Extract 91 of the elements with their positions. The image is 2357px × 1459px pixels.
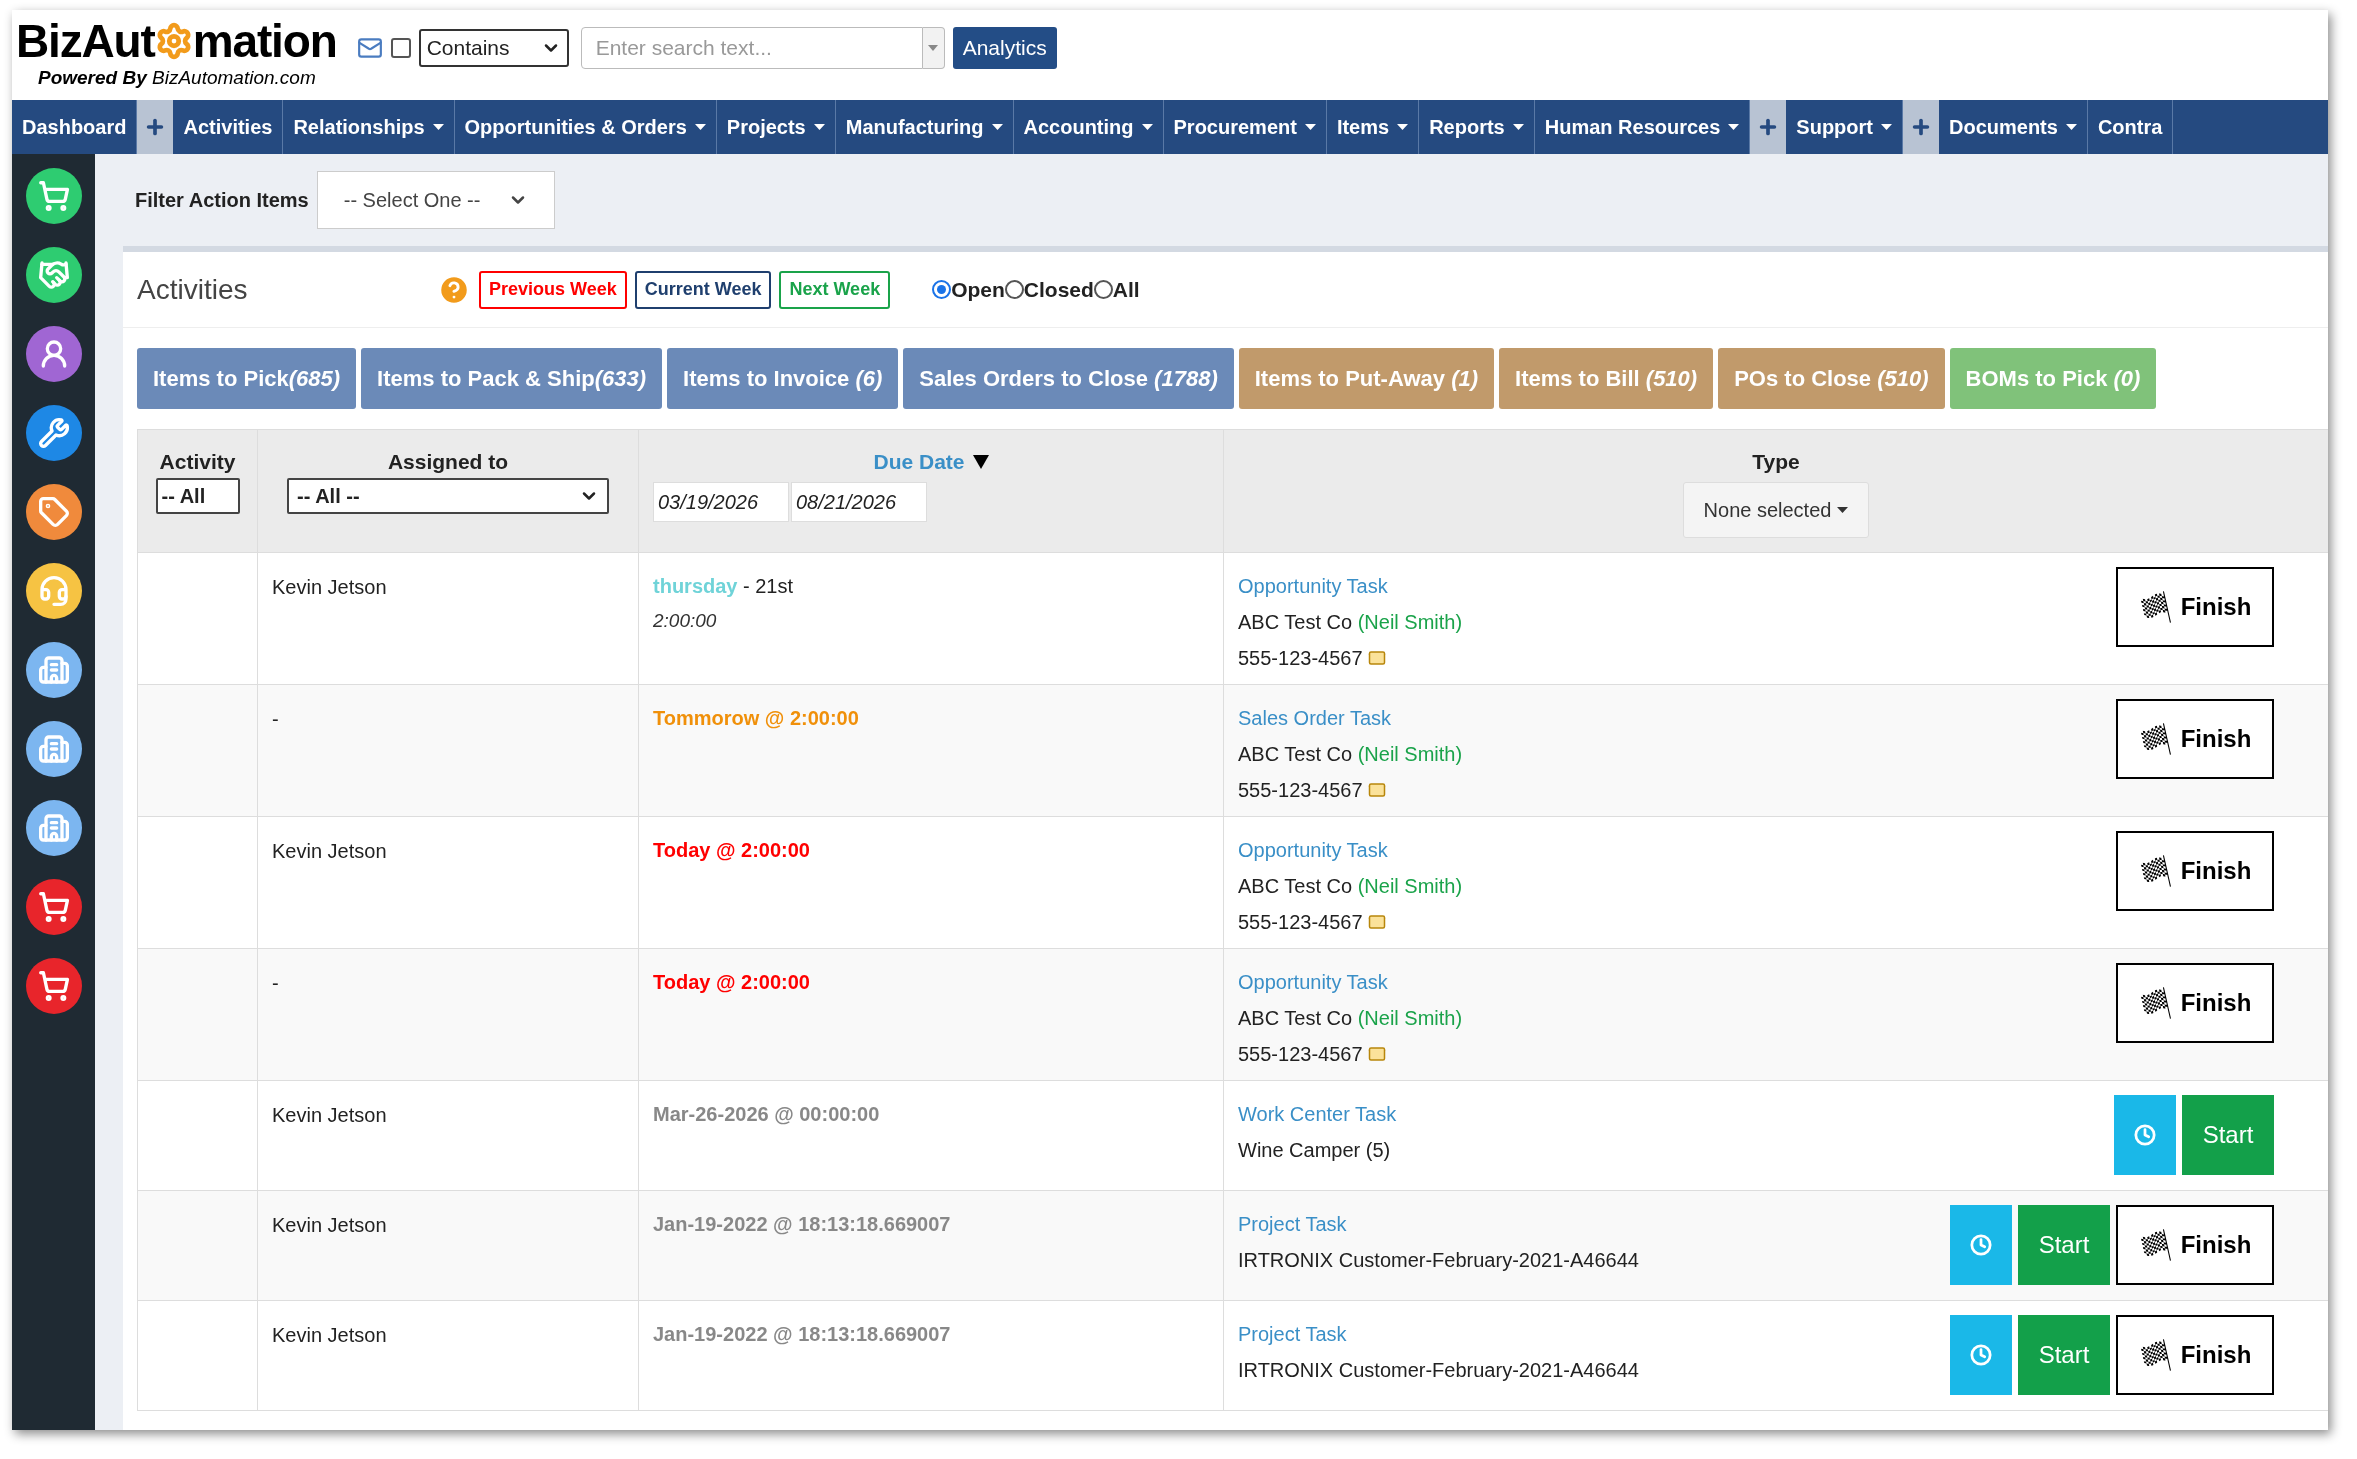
dropdown-toggle[interactable] <box>922 27 945 69</box>
logo: BizAut mation <box>16 17 337 64</box>
finish-button[interactable]: Finish <box>2116 1315 2274 1395</box>
section-title: Activities <box>137 272 249 307</box>
due-date: Tommorow @ 2:00:00 <box>653 706 860 731</box>
assignee: - <box>272 972 279 994</box>
date-field[interactable]: 08/21/2026 <box>791 481 927 522</box>
checkered-flag-icon <box>2138 722 2173 756</box>
column-header: Type <box>1752 449 1800 475</box>
assignee: Kevin Jetson <box>272 840 387 862</box>
add-button[interactable] <box>137 100 174 154</box>
phone-number: 555-123-4567 <box>1238 910 1363 935</box>
match-select[interactable]: Contains <box>418 29 569 67</box>
week-button[interactable]: Previous Week <box>479 270 627 309</box>
assignee: - <box>272 708 279 730</box>
caret-icon <box>1141 124 1153 130</box>
due-time: 2:00:00 <box>653 609 718 633</box>
due-date: Jan-19-2022 @ 18:13:18.669007 <box>653 1322 952 1347</box>
checkbox[interactable] <box>390 38 411 58</box>
finish-button[interactable]: Finish <box>2116 699 2274 779</box>
caret-icon <box>432 124 444 130</box>
sort-desc-icon <box>972 454 989 469</box>
date-field[interactable]: 03/19/2026 <box>653 481 789 522</box>
checkered-flag-icon <box>2138 986 2173 1020</box>
checkered-flag-icon <box>2138 854 2173 888</box>
activity-select[interactable]: -- All <box>155 477 240 514</box>
caret-icon <box>1837 506 1849 513</box>
type-select[interactable]: None selected <box>1682 481 1870 538</box>
task-link[interactable]: Project Task <box>1238 1319 1347 1349</box>
due-date: Jan-19-2022 @ 18:13:18.669007 <box>653 1212 952 1237</box>
analytics-button[interactable]: Analytics <box>952 27 1057 69</box>
caret-icon <box>991 124 1003 130</box>
company-name: ABC Test Co (Neil Smith) <box>1238 610 1463 635</box>
phone-number: 555-123-4567 <box>1238 778 1363 803</box>
column-header: Assigned to <box>387 449 509 475</box>
due-date: thursday - 21st <box>653 574 795 599</box>
caret-icon <box>928 45 939 51</box>
caret-icon <box>1728 124 1740 130</box>
company-name: ABC Test Co (Neil Smith) <box>1238 874 1463 899</box>
phone-number: 555-123-4567 <box>1238 646 1363 671</box>
clock-icon <box>1970 1344 1992 1366</box>
plus-icon <box>1910 116 1932 138</box>
caret-icon <box>813 124 825 130</box>
assignee: Kevin Jetson <box>272 576 387 598</box>
queue-button[interactable]: Sales Orders to Close (1788) <box>903 348 1234 409</box>
clock-icon <box>2134 1124 2156 1146</box>
column-header: Activity <box>159 449 236 475</box>
status-radio[interactable]: All <box>1093 273 1140 306</box>
phone-number: 555-123-4567 <box>1238 1042 1363 1067</box>
week-button[interactable]: Current Week <box>634 270 772 309</box>
company-name: IRTRONIX Customer-February-2021-A46644 <box>1238 1248 1639 1273</box>
task-link[interactable]: Work Center Task <box>1238 1099 1397 1129</box>
assignee: Kevin Jetson <box>272 1104 387 1126</box>
add-button[interactable] <box>1750 100 1787 154</box>
due-date: Today @ 2:00:00 <box>653 970 811 995</box>
status-radio[interactable]: Closed <box>1004 273 1094 306</box>
company-name: Wine Camper (5) <box>1238 1138 1391 1163</box>
finish-button[interactable]: Finish <box>2116 831 2274 911</box>
add-button[interactable] <box>1903 100 1939 154</box>
queue-button[interactable]: Items to Pack & Ship(633) <box>361 348 663 409</box>
status-radio[interactable]: Open <box>932 273 1005 306</box>
checkered-flag-icon <box>2138 590 2173 624</box>
finish-button[interactable]: Finish <box>2116 567 2274 647</box>
clock-icon <box>1970 1234 1992 1256</box>
gear-icon <box>154 21 193 60</box>
due-date: Mar-26-2026 @ 00:00:00 <box>653 1102 881 1127</box>
tagline: Powered By BizAutomation.com <box>37 65 317 90</box>
due-date: Today @ 2:00:00 <box>653 838 811 863</box>
company-name: ABC Test Co (Neil Smith) <box>1238 1006 1463 1031</box>
assigned-select[interactable]: -- All -- <box>287 477 609 514</box>
finish-button[interactable]: Finish <box>2116 963 2274 1043</box>
search-field[interactable]: Enter search text... <box>580 27 923 69</box>
checkered-flag-icon <box>2138 1338 2173 1372</box>
finish-button[interactable]: Finish <box>2116 1205 2274 1285</box>
caret-icon <box>694 124 706 130</box>
caret-icon <box>1512 124 1524 130</box>
caret-icon <box>1397 124 1409 130</box>
task-link[interactable]: Opportunity Task <box>1238 571 1388 601</box>
queue-button[interactable]: Items to Pick(685) <box>137 348 357 409</box>
queue-button[interactable]: Items to Invoice (6) <box>667 348 899 409</box>
assignee: Kevin Jetson <box>272 1214 387 1236</box>
caret-icon <box>1881 124 1892 130</box>
company-name: ABC Test Co (Neil Smith) <box>1238 742 1463 767</box>
assignee: Kevin Jetson <box>272 1324 387 1346</box>
company-name: IRTRONIX Customer-February-2021-A46644 <box>1238 1358 1639 1383</box>
filter-select[interactable]: -- Select One -- <box>316 171 555 229</box>
task-link[interactable]: Opportunity Task <box>1238 835 1388 865</box>
caret-icon <box>2065 124 2077 130</box>
caret-icon <box>1304 124 1316 130</box>
filter-label: Filter Action Items <box>135 188 309 213</box>
checkered-flag-icon <box>2138 1228 2173 1262</box>
